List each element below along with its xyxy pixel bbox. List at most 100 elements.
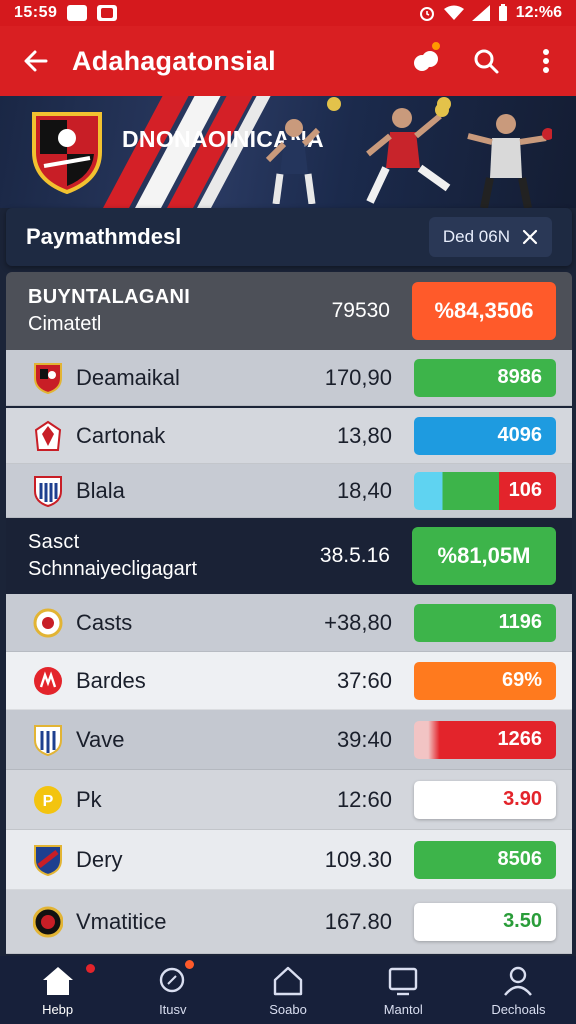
status-bar: 15:59 12:%6 bbox=[0, 0, 576, 26]
team-name: Bardes bbox=[76, 667, 146, 693]
team-value: 12:60 bbox=[336, 786, 392, 812]
list-item[interactable]: Deamaikal 170,90 8986 bbox=[6, 350, 572, 406]
search-button[interactable] bbox=[456, 26, 516, 96]
user-icon bbox=[501, 964, 535, 998]
tab-monitor[interactable]: Mantol bbox=[346, 956, 461, 1024]
stat-pill[interactable]: 8506 bbox=[414, 840, 556, 879]
stat-pill[interactable]: 69% bbox=[414, 661, 556, 700]
section-total-pill[interactable]: %81,05M bbox=[412, 527, 556, 585]
team-crest-icon bbox=[32, 475, 64, 507]
ball-icon bbox=[437, 97, 451, 111]
more-vertical-icon bbox=[543, 49, 549, 73]
section-amount: 38.5.16 bbox=[319, 544, 390, 567]
more-options-button[interactable] bbox=[516, 26, 576, 96]
search-icon bbox=[474, 49, 499, 74]
team-name: Deamaikal bbox=[76, 364, 180, 390]
stat-pill[interactable]: 3.90 bbox=[414, 780, 556, 819]
club-crest-icon bbox=[32, 112, 102, 194]
home-icon bbox=[41, 964, 75, 998]
team-value: 13,80 bbox=[336, 422, 392, 448]
svg-text:P: P bbox=[43, 793, 54, 810]
date-filter-chip[interactable]: Ded 06N bbox=[428, 217, 552, 257]
stat-pill[interactable]: 8986 bbox=[414, 358, 556, 397]
section-subheading: Cimatetl bbox=[28, 313, 102, 335]
monitor-icon bbox=[386, 964, 420, 998]
back-button[interactable] bbox=[0, 26, 72, 96]
section-heading: BUYNTALAGANI bbox=[28, 286, 191, 308]
bottom-navigation: Hebp Itusv Soabo Mantol Dechoals bbox=[0, 956, 576, 1024]
list-item[interactable]: Bardes 37:60 69% bbox=[6, 652, 572, 710]
section-amount: 79530 bbox=[331, 299, 390, 322]
notification-dot bbox=[185, 960, 195, 969]
standings-list: BUYNTALAGANI Cimatetl 79530 %84,3506 Dea… bbox=[6, 272, 572, 954]
signal-icon bbox=[471, 5, 490, 21]
notifications-button[interactable] bbox=[396, 26, 456, 96]
section-header[interactable]: BUYNTALAGANI Cimatetl 79530 %84,3506 bbox=[6, 272, 572, 350]
wifi-icon bbox=[443, 5, 464, 20]
team-name: Cartonak bbox=[76, 422, 166, 448]
list-item[interactable]: Dery 109.30 8506 bbox=[6, 830, 572, 890]
team-crest-icon bbox=[32, 906, 64, 938]
team-value: 37:60 bbox=[336, 667, 392, 693]
list-item[interactable]: Blala 18,40 106 bbox=[6, 464, 572, 518]
list-item[interactable]: Casts +38,80 1196 bbox=[6, 594, 572, 652]
team-name: Dery bbox=[76, 846, 123, 872]
section-subheading: Schnnaiyecligagart bbox=[28, 558, 197, 580]
tab-home[interactable]: Hebp bbox=[0, 956, 115, 1024]
team-value: 18,40 bbox=[336, 477, 392, 503]
team-crest-icon bbox=[32, 607, 64, 639]
stat-pill[interactable]: 3.50 bbox=[414, 902, 556, 941]
tab-label: Mantol bbox=[383, 1001, 423, 1017]
filter-title: Paymathmdesl bbox=[26, 224, 182, 249]
list-item[interactable]: Vave 39:40 1266 bbox=[6, 710, 572, 770]
list-item[interactable]: P Pk 12:60 3.90 bbox=[6, 770, 572, 830]
app-bar: Adahagatonsial bbox=[0, 26, 576, 96]
team-name: Casts bbox=[76, 609, 133, 635]
alarm-icon bbox=[419, 7, 434, 21]
team-value: 39:40 bbox=[336, 726, 392, 752]
tab-house[interactable]: Soabo bbox=[230, 956, 345, 1024]
team-name: Vmatitice bbox=[76, 908, 167, 934]
stat-pill[interactable]: 1196 bbox=[414, 603, 556, 642]
notification-dot bbox=[430, 40, 442, 52]
arrow-left-icon bbox=[24, 50, 48, 72]
app-notification-icon bbox=[67, 5, 88, 21]
team-value: +38,80 bbox=[324, 609, 392, 635]
status-time: 15:59 bbox=[14, 4, 58, 21]
stat-pill[interactable]: 106 bbox=[414, 471, 556, 510]
player-silhouette-icon bbox=[366, 103, 451, 204]
player-silhouette-icon bbox=[467, 114, 552, 208]
search-icon bbox=[156, 964, 190, 998]
ball-icon bbox=[327, 97, 341, 111]
team-name: Pk bbox=[76, 786, 102, 812]
battery-icon bbox=[498, 4, 507, 21]
team-name: Vave bbox=[76, 726, 125, 752]
team-value: 170,90 bbox=[324, 364, 392, 390]
section-header[interactable]: Sasct Schnnaiyecligagart 38.5.16 %81,05M bbox=[6, 518, 572, 594]
stat-pill[interactable]: 1266 bbox=[414, 720, 556, 759]
team-crest-icon bbox=[32, 724, 64, 756]
section-total-pill[interactable]: %84,3506 bbox=[412, 282, 556, 340]
filter-bar: Paymathmdesl Ded 06N bbox=[6, 208, 572, 266]
date-filter-label: Ded 06N bbox=[442, 227, 510, 246]
team-crest-icon bbox=[32, 420, 64, 452]
list-item[interactable]: Vmatitice 167.80 3.50 bbox=[6, 890, 572, 954]
tab-search[interactable]: Itusv bbox=[115, 956, 230, 1024]
message-notification-icon bbox=[97, 5, 118, 21]
tab-label: Hebp bbox=[42, 1001, 74, 1017]
close-icon[interactable] bbox=[522, 229, 538, 245]
page-title: Adahagatonsial bbox=[72, 45, 276, 76]
tab-profile[interactable]: Dechoals bbox=[461, 956, 576, 1024]
team-crest-icon bbox=[32, 362, 64, 394]
tab-label: Dechoals bbox=[491, 1001, 546, 1017]
house-icon bbox=[271, 964, 305, 998]
status-right-time: 12:%6 bbox=[515, 4, 562, 21]
hero-banner: DNONAOINICANA bbox=[0, 96, 576, 208]
list-item[interactable]: Cartonak 13,80 4096 bbox=[6, 408, 572, 464]
notification-dot bbox=[86, 964, 95, 973]
team-value: 109.30 bbox=[324, 846, 392, 872]
section-heading: Sasct bbox=[28, 531, 80, 553]
stat-pill[interactable]: 4096 bbox=[414, 416, 556, 455]
tab-label: Itusv bbox=[159, 1001, 187, 1017]
team-crest-icon bbox=[32, 665, 64, 697]
